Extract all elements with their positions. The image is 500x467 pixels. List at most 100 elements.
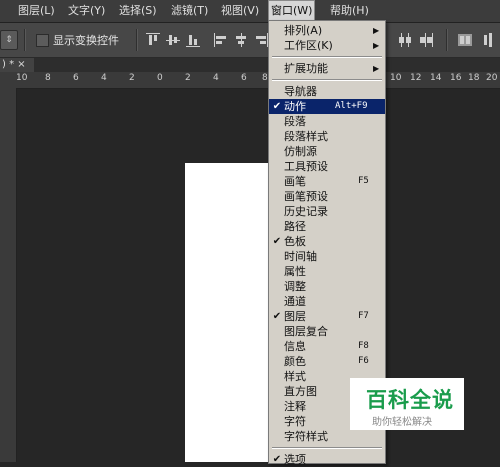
window-menu-item[interactable]: 排列(A) ▶ xyxy=(269,23,385,38)
watermark-title: 百科全说 xyxy=(366,388,454,412)
menu-item-label: 直方图 xyxy=(284,385,317,398)
align-horizontal-centers-icon[interactable] xyxy=(234,33,248,47)
menu-item-label: 色板 xyxy=(284,235,306,248)
window-menu-item[interactable]: ✔ 色板 xyxy=(269,234,385,249)
distribute-right-edges-icon[interactable] xyxy=(420,33,434,47)
menu-item-label: 选项 xyxy=(284,453,306,466)
window-menu-item[interactable]: 字符样式 xyxy=(269,429,385,444)
align-vertical-centers-icon[interactable] xyxy=(166,33,180,47)
auto-align-layers-icon[interactable] xyxy=(458,33,472,47)
checkmark-icon: ✔ xyxy=(272,101,282,112)
align-top-edges-icon[interactable] xyxy=(146,33,160,47)
ruler-label: 6 xyxy=(241,73,247,83)
ruler-label: 4 xyxy=(213,73,219,83)
menu-bar: 图层(L) 文字(Y) 选择(S) 滤镜(T) 视图(V) 窗口(W) 帮助(H… xyxy=(0,0,500,23)
menu-item-shortcut: F8 xyxy=(358,341,369,351)
window-menu-item[interactable]: 时间轴 xyxy=(269,249,385,264)
window-menu-item[interactable]: ✔ 图层 F7 xyxy=(269,309,385,324)
window-menu-item[interactable]: 画笔 F5 xyxy=(269,174,385,189)
menu-item-label: 画笔预设 xyxy=(284,190,328,203)
window-menu-item[interactable]: 通道 xyxy=(269,294,385,309)
watermark-subtitle: 助你轻松解决 xyxy=(372,417,432,428)
tool-preset-dropdown[interactable]: ⇕ xyxy=(0,30,18,50)
menu-item-label: 图层复合 xyxy=(284,325,328,338)
ruler-label: 10 xyxy=(16,73,28,83)
window-menu-item[interactable]: 属性 xyxy=(269,264,385,279)
menu-separator xyxy=(272,447,382,449)
menu-help[interactable]: 帮助(H) xyxy=(328,0,371,22)
ruler-label: 10 xyxy=(390,73,402,83)
menu-item-label: 样式 xyxy=(284,370,306,383)
ruler-label: 2 xyxy=(185,73,191,83)
align-left-edges-icon[interactable] xyxy=(214,33,228,47)
window-menu-item[interactable]: 段落 xyxy=(269,114,385,129)
align-right-edges-icon[interactable] xyxy=(254,33,268,47)
window-menu-item[interactable]: 调整 xyxy=(269,279,385,294)
horizontal-ruler: 10 8 6 4 2 0 2 4 6 8 10 12 14 16 18 20 xyxy=(0,72,500,89)
window-menu-item[interactable]: 画笔预设 xyxy=(269,189,385,204)
menu-item-label: 注释 xyxy=(284,400,306,413)
distribute-horizontal-centers-icon[interactable] xyxy=(398,33,412,47)
menu-item-label: 调整 xyxy=(284,280,306,293)
menu-item-shortcut: F7 xyxy=(358,311,369,321)
menu-item-shortcut: Alt+F9 xyxy=(335,101,368,111)
window-menu-item[interactable]: 仿制源 xyxy=(269,144,385,159)
window-menu-item[interactable]: 段落样式 xyxy=(269,129,385,144)
checkmark-icon: ✔ xyxy=(272,236,282,247)
menu-separator xyxy=(272,79,382,81)
menu-item-label: 属性 xyxy=(284,265,306,278)
menu-item-label: 图层 xyxy=(284,310,306,323)
menu-item-label: 动作 xyxy=(284,100,306,113)
divider xyxy=(136,29,138,51)
window-menu-item[interactable]: 历史记录 xyxy=(269,204,385,219)
window-menu-item[interactable]: 工作区(K) ▶ xyxy=(269,38,385,53)
menu-view[interactable]: 视图(V) xyxy=(219,0,261,22)
ruler-label: 14 xyxy=(430,73,442,83)
menu-item-label: 字符样式 xyxy=(284,430,328,443)
window-menu-item[interactable]: 路径 xyxy=(269,219,385,234)
submenu-arrow-icon: ▶ xyxy=(373,41,380,50)
document-tab[interactable]: ) * × xyxy=(0,58,34,72)
watermark-logo: 百科全说 助你轻松解决 xyxy=(350,378,464,430)
menu-item-label: 导航器 xyxy=(284,85,317,98)
menu-item-label: 排列(A) xyxy=(284,24,323,37)
window-menu-item[interactable]: 颜色 F6 xyxy=(269,354,385,369)
menu-item-label: 颜色 xyxy=(284,355,306,368)
window-menu-item[interactable]: 图层复合 xyxy=(269,324,385,339)
menu-layer[interactable]: 图层(L) xyxy=(16,0,57,22)
ruler-label: 16 xyxy=(450,73,462,83)
window-menu-item[interactable]: ✔ 选项 xyxy=(269,452,385,467)
menu-type[interactable]: 文字(Y) xyxy=(66,0,107,22)
menu-item-label: 段落样式 xyxy=(284,130,328,143)
menu-item-label: 信息 xyxy=(284,340,306,353)
window-menu-item[interactable]: ✔ 动作 Alt+F9 xyxy=(269,99,385,114)
menu-item-label: 扩展功能 xyxy=(284,62,328,75)
menu-select[interactable]: 选择(S) xyxy=(117,0,159,22)
menu-item-label: 工作区(K) xyxy=(284,39,333,52)
ruler-label: 12 xyxy=(410,73,422,83)
ruler-label: 8 xyxy=(45,73,51,83)
menu-filter[interactable]: 滤镜(T) xyxy=(169,0,210,22)
align-bottom-edges-icon[interactable] xyxy=(186,33,200,47)
window-menu-item[interactable]: 扩展功能 ▶ xyxy=(269,61,385,76)
vertical-ruler xyxy=(0,88,17,462)
menu-item-label: 字符 xyxy=(284,415,306,428)
menu-item-label: 路径 xyxy=(284,220,306,233)
window-menu-item[interactable]: 导航器 xyxy=(269,84,385,99)
ruler-label: 2 xyxy=(129,73,135,83)
menu-item-label: 仿制源 xyxy=(284,145,317,158)
document-tab-strip: ) * × xyxy=(0,58,500,72)
options-bar: ⇕ 显示变换控件 xyxy=(0,23,500,58)
distribute-icon[interactable] xyxy=(482,33,496,47)
show-transform-controls-checkbox[interactable] xyxy=(36,34,49,47)
menu-item-shortcut: F6 xyxy=(358,356,369,366)
submenu-arrow-icon: ▶ xyxy=(373,26,380,35)
submenu-arrow-icon: ▶ xyxy=(373,64,380,73)
window-menu-item[interactable]: 信息 F8 xyxy=(269,339,385,354)
divider xyxy=(24,29,26,51)
window-menu-item[interactable]: 工具预设 xyxy=(269,159,385,174)
menu-item-label: 工具预设 xyxy=(284,160,328,173)
checkmark-icon: ✔ xyxy=(272,311,282,322)
menu-window[interactable]: 窗口(W) xyxy=(268,0,316,22)
menu-item-label: 画笔 xyxy=(284,175,306,188)
